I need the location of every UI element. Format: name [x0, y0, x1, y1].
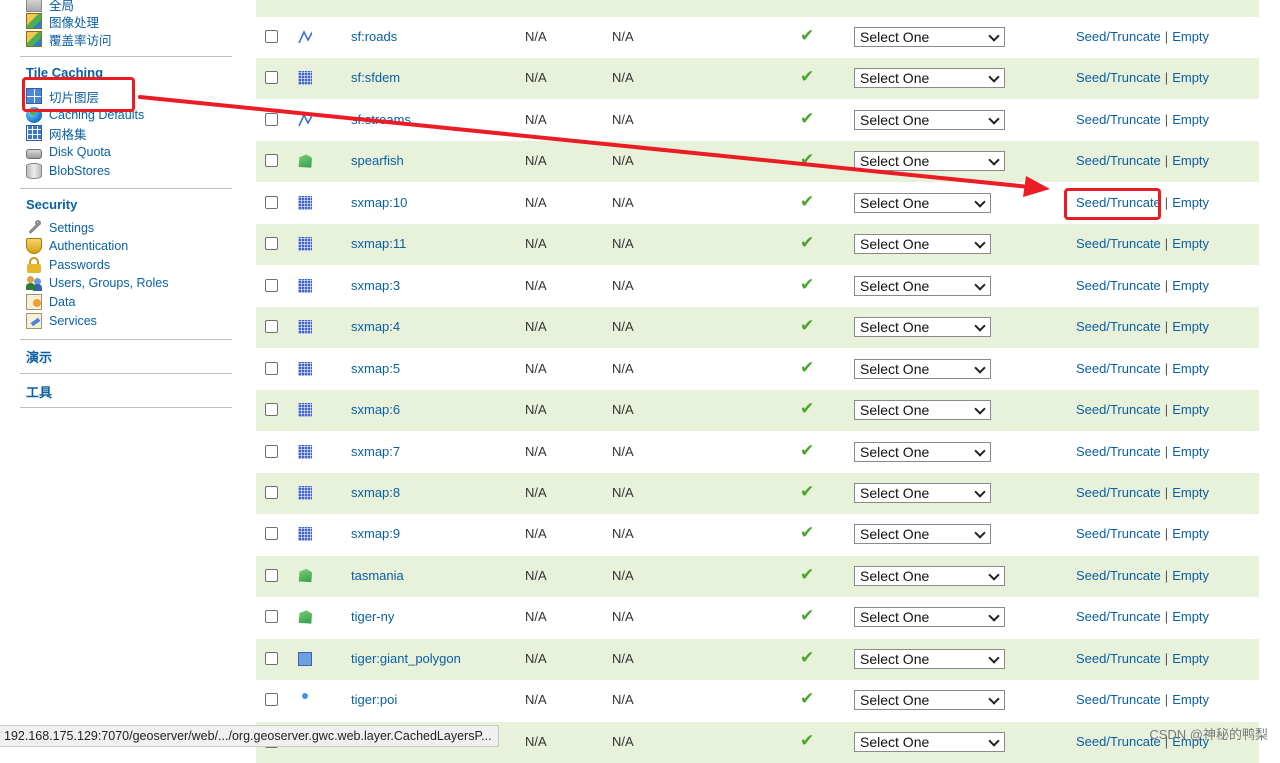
browser-status-url: 192.168.175.129:7070/geoserver/web/.../o…	[0, 725, 499, 747]
annotation-arrow	[138, 95, 1050, 197]
watermark: CSDN @神秘的鸭梨	[1149, 727, 1268, 742]
